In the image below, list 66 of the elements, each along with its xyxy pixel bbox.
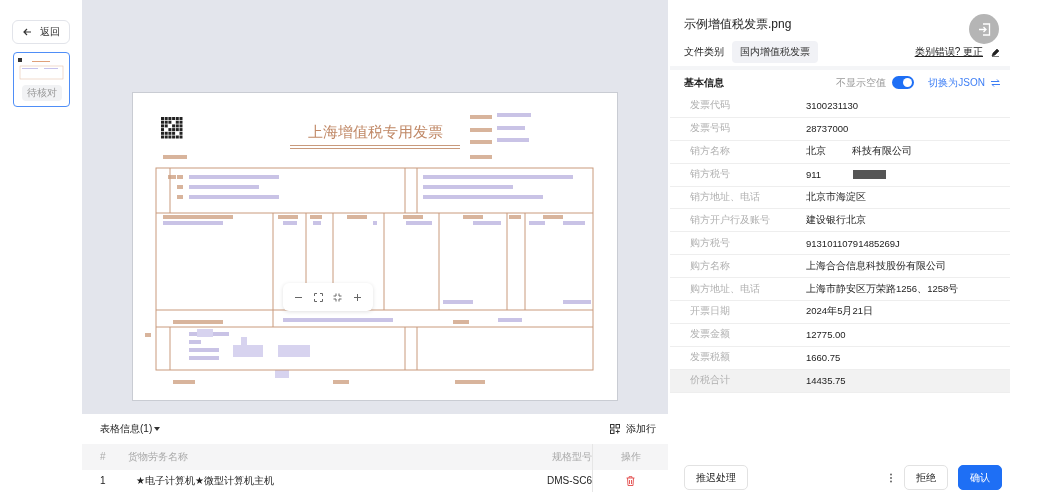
invoice-thumbnail-drawing	[17, 58, 65, 80]
add-row-button[interactable]: 添加行	[610, 422, 656, 436]
exit-icon	[977, 22, 991, 36]
back-button[interactable]: 返回	[12, 20, 70, 44]
field-value: 建设银行北京	[806, 213, 866, 227]
confirm-button[interactable]: 确认	[958, 465, 1002, 490]
field-label: 开票日期	[690, 305, 731, 319]
field-label: 购方地址、电话	[690, 282, 761, 296]
field-label: 发票金额	[690, 328, 731, 342]
field-value: 2024年5月21日	[806, 305, 873, 319]
fit-screen-button[interactable]	[331, 291, 344, 303]
invoice-title: 上海增值税专用发票	[307, 124, 443, 140]
status-label: 待核对	[21, 85, 62, 101]
field-label: 购方名称	[690, 259, 731, 273]
pencil-icon	[991, 47, 1000, 57]
swap-icon	[991, 78, 1000, 87]
field-label: 发票号码	[690, 122, 731, 136]
fullscreen-icon	[313, 292, 323, 302]
file-name: 示例增值税发票.png	[684, 16, 792, 33]
reject-button[interactable]: 拒绝	[904, 465, 948, 490]
column-header: #	[82, 444, 112, 470]
defer-button[interactable]: 推迟处理	[684, 465, 748, 490]
field-value: 北京市海淀区	[806, 191, 866, 204]
field-value: 911	[806, 169, 822, 181]
field-value: 3100231130	[806, 100, 859, 112]
field-value: 12775.00	[806, 329, 846, 341]
table-section-title[interactable]: 表格信息(1)	[100, 422, 161, 436]
fit-screen-icon	[333, 292, 343, 302]
field-value: 北京 科技有限公司	[806, 145, 913, 159]
arrow-left-icon	[22, 28, 32, 36]
table-cell-text: ★电子计算机★微型计算机主机	[135, 474, 275, 488]
field-value: 上海市静安区万荣路1256、1258号	[806, 282, 959, 296]
fullscreen-button[interactable]	[312, 291, 325, 303]
field-value: 28737000	[806, 123, 849, 135]
caret-icon	[154, 427, 161, 431]
field-label: 发票税额	[690, 351, 731, 365]
table-cell-text: DMS-SC6	[546, 474, 592, 488]
column-header: 规格型号	[512, 444, 592, 470]
field-label: 发票代码	[690, 99, 731, 113]
json-toggle-link[interactable]: 切换为JSON	[928, 75, 1000, 90]
plus-icon	[352, 292, 362, 302]
column-header: 操作	[592, 444, 668, 470]
zoom-in-button[interactable]	[351, 291, 364, 303]
field-row[interactable]: 价税合计 14435.75	[670, 369, 1010, 393]
field-label: 购方税号	[690, 236, 731, 250]
hide-empty-switch[interactable]	[892, 76, 915, 89]
add-row-icon	[610, 424, 620, 434]
field-value: 91310110791485269J	[806, 237, 900, 249]
field-value: 14435.75	[806, 375, 846, 387]
hide-empty-label: 不显示空值	[836, 75, 887, 90]
field-label: 销方税号	[690, 168, 731, 182]
table-cell-text: 1	[99, 474, 107, 488]
column-header: 货物劳务名称	[112, 444, 512, 470]
more-button[interactable]	[888, 471, 894, 484]
correct-category-link[interactable]: 类别错误? 更正	[914, 45, 983, 59]
category-label: 文件类别	[684, 45, 724, 59]
field-label: 价税合计	[690, 374, 731, 388]
category-tag: 国内增值税发票	[732, 41, 818, 63]
field-value: 1660.75	[806, 352, 841, 364]
field-label: 销方开户行及账号	[690, 213, 771, 227]
trash-icon	[626, 476, 635, 486]
field-value: 上海合合信息科技股份有限公司	[806, 259, 946, 273]
delete-button[interactable]	[626, 476, 635, 486]
section-title: 基本信息	[684, 75, 724, 90]
field-label: 销方地址、电话	[690, 191, 761, 204]
field-label: 销方名称	[690, 145, 731, 159]
